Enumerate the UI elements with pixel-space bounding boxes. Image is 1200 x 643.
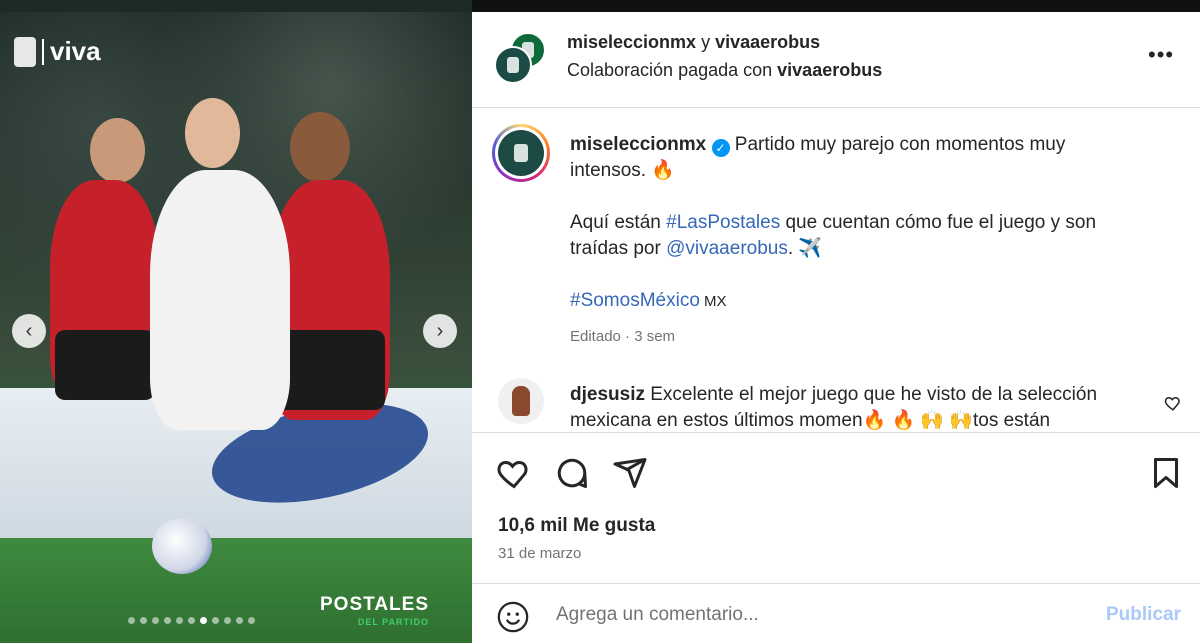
player-head-belgium-right [290, 112, 350, 182]
add-comment-bar: Agrega un comentario... Publicar [472, 583, 1200, 643]
carousel-dot [224, 617, 231, 624]
post-media[interactable]: viva POSTALES DEL PARTIDO ‹ › [0, 0, 472, 643]
post-caption: miseleccionmx ✓ Partido muy parejo con m… [472, 108, 1200, 438]
paid-partnership-prefix: Colaboración pagada con [567, 60, 778, 80]
post-header: miseleccionmx y vivaaerobus Colaboración… [472, 12, 1200, 108]
header-user1[interactable]: miseleccionmx [567, 32, 696, 52]
chevron-right-icon: › [436, 319, 444, 342]
mention-vivaaerobus[interactable]: @vivaaerobus [666, 238, 788, 259]
comment-username[interactable]: djesusiz [570, 384, 645, 405]
header-and: y [696, 32, 716, 52]
carousel-dot [236, 617, 243, 624]
header-user2[interactable]: vivaaerobus [715, 32, 820, 52]
brand-name: viva [50, 36, 101, 66]
crest-icon [14, 36, 36, 67]
carousel-dot [164, 617, 171, 624]
verified-badge-icon: ✓ [711, 139, 730, 157]
post-actions: 10,6 mil Me gusta 31 de marzo Agrega un … [472, 432, 1200, 643]
comment-avatar[interactable] [498, 378, 544, 424]
paid-partnership: Colaboración pagada con vivaaerobus [567, 60, 882, 81]
soccer-ball [152, 518, 212, 574]
chevron-left-icon: ‹ [25, 319, 33, 342]
carousel-dot [212, 617, 219, 624]
postales-title: POSTALES [320, 594, 429, 615]
likes-count[interactable]: 10,6 mil Me gusta [498, 515, 655, 537]
comment-button[interactable] [554, 455, 590, 491]
carousel-dots [128, 617, 255, 624]
carousel-dot [188, 617, 195, 624]
carousel-dot [152, 617, 159, 624]
carousel-next-button[interactable]: › [423, 314, 457, 348]
caption-avatar[interactable] [492, 124, 550, 182]
comment-input[interactable]: Agrega un comentario... [556, 604, 759, 626]
comment-text: djesusiz Excelente el mejor juego que he… [570, 382, 1140, 434]
brand-logo: viva [14, 36, 101, 67]
collab-avatars[interactable] [494, 32, 546, 84]
caption-text: miseleccionmx ✓ Partido muy parejo con m… [570, 132, 1130, 315]
post-sidebar: miseleccionmx y vivaaerobus Colaboración… [472, 12, 1200, 643]
comment-body: Excelente el mejor juego que he visto de… [570, 384, 1098, 431]
postales-subtitle: DEL PARTIDO [357, 617, 429, 627]
like-button[interactable] [496, 455, 532, 491]
post-date[interactable]: 31 de marzo [498, 545, 581, 562]
instagram-post-view: viva POSTALES DEL PARTIDO ‹ › miseleccio… [0, 0, 1200, 643]
header-title: miseleccionmx y vivaaerobus [567, 32, 820, 53]
more-options-icon[interactable]: ••• [1148, 42, 1174, 68]
hashtag-laspostales[interactable]: #LasPostales [666, 212, 780, 233]
brand-separator [42, 38, 44, 65]
player-head-mexico [185, 98, 240, 168]
carousel-dot [176, 617, 183, 624]
hashtag-somosmexico[interactable]: #SomosMéxico [570, 290, 700, 311]
player-mexico [150, 170, 290, 430]
caption-meta: Editado · 3 sem [570, 328, 676, 345]
emoji-icon[interactable] [496, 600, 530, 634]
comment-icon [557, 458, 587, 488]
carousel-dot [200, 617, 207, 624]
share-button[interactable] [612, 455, 648, 491]
caption-para2-a: Aquí están [570, 212, 667, 233]
caption-username[interactable]: miseleccionmx [570, 134, 706, 155]
paid-partnership-brand[interactable]: vivaaerobus [777, 60, 882, 80]
heart-outline-icon[interactable] [1164, 394, 1182, 417]
paper-plane-icon [613, 458, 647, 488]
caption-para2-c: . ✈️ [787, 238, 823, 259]
bookmark-icon [1154, 458, 1178, 488]
carousel-prev-button[interactable]: ‹ [12, 314, 46, 348]
carousel-dot [248, 617, 255, 624]
avatar-miseleccionmx[interactable] [494, 46, 532, 84]
flag-text: MX [699, 293, 727, 310]
carousel-dot [140, 617, 147, 624]
pitch [0, 538, 472, 643]
postales-badge: POSTALES DEL PARTIDO [320, 594, 429, 627]
heart-icon [497, 460, 528, 489]
save-button[interactable] [1148, 455, 1184, 491]
carousel-dot [128, 617, 135, 624]
player-belgium-left [50, 180, 160, 400]
player-head-belgium-left [90, 118, 145, 183]
publish-button[interactable]: Publicar [1106, 604, 1181, 626]
